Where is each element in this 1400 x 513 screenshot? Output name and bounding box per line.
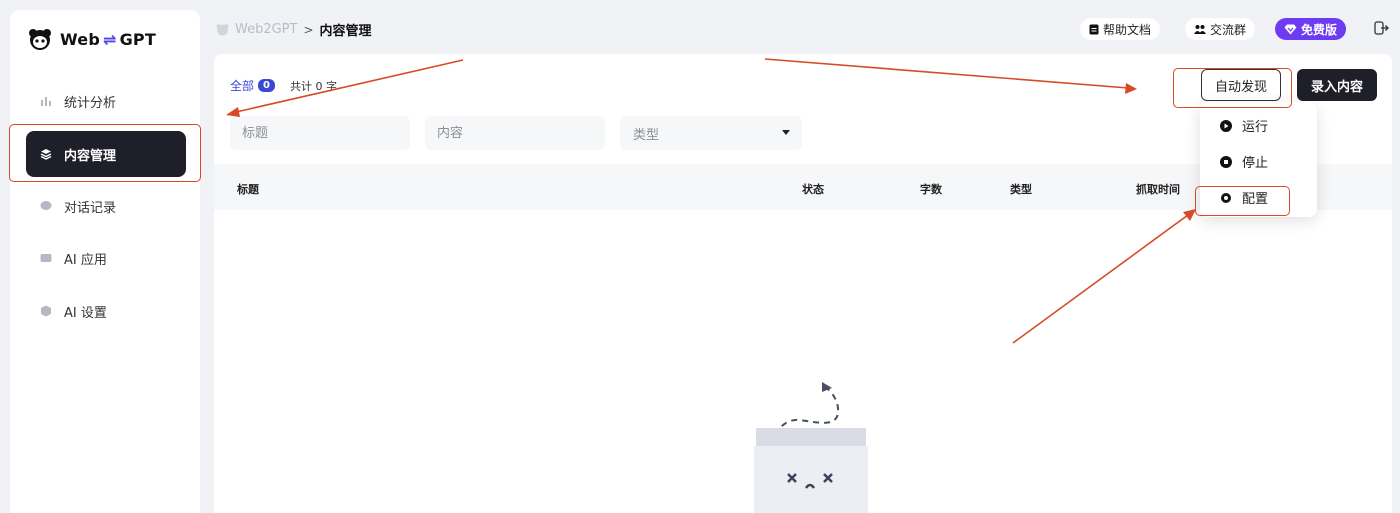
breadcrumb: Web2GPT > 内容管理 <box>216 20 372 39</box>
annotation-box-config <box>1195 186 1290 216</box>
breadcrumb-root[interactable]: Web2GPT <box>235 22 297 37</box>
column-header-status: 状态 <box>802 183 824 196</box>
cube-icon <box>41 305 51 317</box>
chat-bubble-icon <box>40 201 52 210</box>
panda-logo-icon <box>29 29 51 50</box>
title-filter-input[interactable] <box>230 116 410 150</box>
column-header-title: 标题 <box>237 183 259 196</box>
diamond-icon <box>1284 24 1297 34</box>
sidebar-item-label: AI 设置 <box>64 305 107 321</box>
document-icon <box>1089 24 1099 34</box>
sidebar-item-ai-apps[interactable]: AI 应用 <box>26 235 186 281</box>
tab-all[interactable]: 全部 0 <box>230 77 275 94</box>
sidebar-item-label: 对话记录 <box>64 200 117 216</box>
help-docs-button[interactable]: 帮助文档 <box>1080 18 1161 40</box>
page-title: 内容管理 <box>319 24 372 39</box>
stop-icon <box>1220 155 1232 168</box>
logout-icon[interactable] <box>1373 20 1389 36</box>
count-badge: 0 <box>258 79 275 92</box>
menu-item-stop[interactable]: 停止 <box>1220 152 1268 171</box>
sidebar-item-stats[interactable]: 统计分析 <box>26 78 186 124</box>
brand-name-right: GPT <box>119 29 156 49</box>
group-icon <box>1194 25 1206 34</box>
sidebar-item-chats[interactable]: 对话记录 <box>26 183 186 229</box>
tab-bar: 全部 0 共计 0 字 <box>230 77 337 94</box>
caret-down-icon <box>782 130 790 135</box>
import-content-button[interactable]: 录入内容 <box>1297 69 1377 101</box>
annotation-box-content-nav <box>9 124 201 182</box>
brand-logo[interactable]: Web ⇌ GPT <box>28 27 156 51</box>
empty-box-illustration <box>754 382 868 513</box>
column-header-type: 类型 <box>1010 183 1032 196</box>
type-select[interactable]: 类型 <box>620 116 802 150</box>
sidebar-item-label: AI 应用 <box>64 252 107 268</box>
column-header-word-count: 字数 <box>920 183 942 196</box>
brand-name-left: Web <box>60 29 100 49</box>
column-header-crawl-time: 抓取时间 <box>1136 183 1180 196</box>
annotation-box-auto-discover <box>1173 68 1292 108</box>
content-filter-input[interactable] <box>425 116 605 150</box>
bar-chart-icon <box>41 97 51 106</box>
breadcrumb-separator: > <box>303 22 314 37</box>
panda-small-icon <box>216 24 229 36</box>
community-button[interactable]: 交流群 <box>1185 18 1256 40</box>
play-icon <box>1220 119 1232 132</box>
menu-item-run[interactable]: 运行 <box>1220 116 1268 135</box>
swap-icon: ⇌ <box>102 29 117 49</box>
sidebar-item-ai-settings[interactable]: AI 设置 <box>26 288 186 334</box>
plan-badge-button[interactable]: 免费版 <box>1275 18 1347 40</box>
sidebar: Web ⇌ GPT 统计分析 内容管理 对话记录 AI 应用 AI 设置 <box>10 10 200 513</box>
total-characters: 共计 0 字 <box>289 79 337 93</box>
sidebar-item-label: 统计分析 <box>64 95 117 111</box>
ai-badge-icon <box>40 254 52 262</box>
